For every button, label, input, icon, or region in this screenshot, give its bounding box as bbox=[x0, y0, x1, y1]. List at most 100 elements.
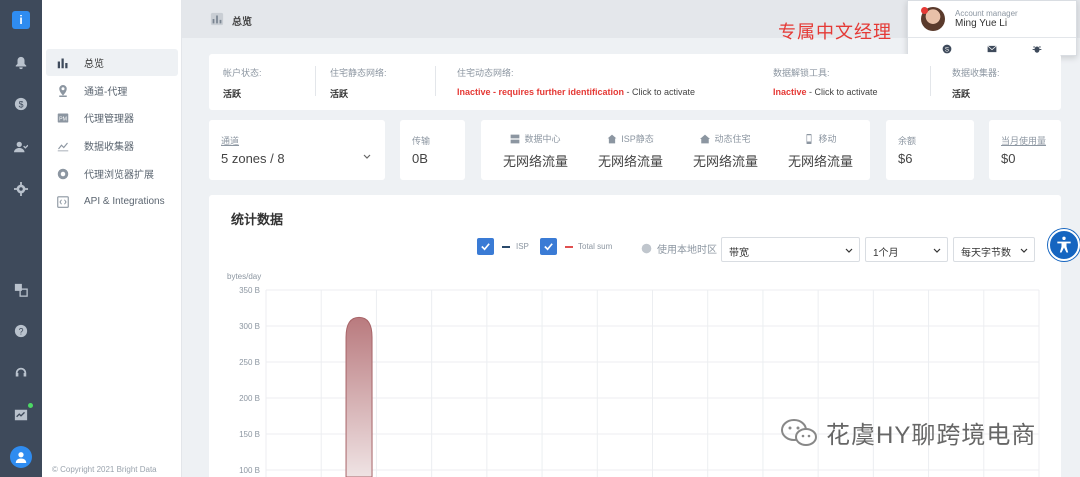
unlocker-label: 数据解锁工具: bbox=[773, 68, 830, 78]
total-sum-checkbox[interactable] bbox=[540, 238, 557, 255]
accessibility-button[interactable] bbox=[1048, 229, 1080, 261]
email-icon[interactable] bbox=[987, 41, 999, 53]
account-status-card: 帐户状态: 活跃 住宅静态网络: 活跃 住宅动态网络: Inactive - r… bbox=[209, 54, 1061, 110]
account-status-value: 活跃 bbox=[223, 89, 242, 99]
metric-select[interactable]: 带宽 bbox=[721, 237, 860, 262]
status-dot bbox=[921, 7, 928, 14]
y-tick-label: 150 B bbox=[239, 430, 260, 439]
dynamic-residential-value[interactable]: Inactive - requires further identificati… bbox=[457, 87, 695, 97]
sidebar-item-browser-extension[interactable]: 代理浏览器扩展 bbox=[46, 160, 178, 187]
activity-indicator-dot bbox=[28, 403, 33, 408]
brand-logo[interactable]: i bbox=[12, 11, 30, 29]
sidebar-item-data-collector[interactable]: 数据收集器 bbox=[46, 132, 178, 159]
sidebar: 总览 通道-代理 PM 代理管理器 数据收集器 代理浏览器扩展 API & In… bbox=[42, 0, 182, 477]
static-residential-label: 住宅静态网络: bbox=[330, 68, 387, 78]
sidebar-item-overview[interactable]: 总览 bbox=[46, 49, 178, 76]
line-chart-icon bbox=[56, 139, 70, 153]
wechat-icon bbox=[781, 418, 817, 446]
sidebar-item-label: 代理浏览器扩展 bbox=[84, 170, 154, 181]
collector-label: 数据收集器: bbox=[952, 68, 1000, 78]
inactive-text: Inactive bbox=[773, 87, 807, 97]
user-avatar-icon[interactable] bbox=[10, 446, 32, 468]
notifications-icon[interactable] bbox=[0, 53, 42, 73]
local-timezone-toggle[interactable]: 使用本地时区 bbox=[641, 241, 717, 256]
traffic-value: 无网络流量 bbox=[692, 154, 758, 169]
zones-card[interactable]: 通道 5 zones / 8 bbox=[209, 120, 385, 180]
sidebar-item-proxy-manager[interactable]: PM 代理管理器 bbox=[46, 104, 178, 131]
static-residential-status: 住宅静态网络: 活跃 bbox=[330, 66, 387, 100]
traffic-label: 移动 bbox=[818, 134, 837, 144]
sidebar-item-label: 总览 bbox=[84, 59, 104, 70]
bar-chart-icon bbox=[56, 56, 70, 70]
month-usage-card[interactable]: 当月使用量 $0 bbox=[989, 120, 1061, 180]
icon-rail: i $ ? bbox=[0, 0, 42, 477]
unlocker-status[interactable]: 数据解锁工具: Inactive - Click to activate bbox=[773, 66, 878, 97]
transfer-card: 传输 0B bbox=[400, 120, 465, 180]
activity-icon[interactable] bbox=[0, 405, 42, 425]
chrome-icon bbox=[56, 167, 70, 181]
month-usage-label[interactable]: 当月使用量 bbox=[1001, 134, 1046, 147]
traffic-datacenter: 数据中心 无网络流量 bbox=[488, 132, 583, 170]
zones-label[interactable]: 通道 bbox=[221, 134, 239, 147]
page-title: 总览 bbox=[232, 17, 252, 28]
sidebar-item-zones[interactable]: 通道-代理 bbox=[46, 77, 178, 104]
traffic-label: 数据中心 bbox=[524, 134, 561, 144]
activate-link[interactable]: - Click to activate bbox=[807, 87, 878, 97]
static-residential-value: 活跃 bbox=[330, 89, 349, 99]
y-tick-label: 250 B bbox=[239, 358, 260, 367]
location-pin-icon bbox=[56, 84, 70, 98]
account-status-label: 帐户状态: bbox=[223, 68, 262, 78]
balance-card: 余额 $6 bbox=[886, 120, 974, 180]
zones-value: 5 zones / 8 bbox=[221, 151, 285, 166]
skype-icon[interactable]: S bbox=[942, 41, 954, 54]
support-headset-icon[interactable] bbox=[0, 363, 42, 383]
chevron-down-icon[interactable] bbox=[363, 148, 371, 159]
dynamic-residential-label: 住宅动态网络: bbox=[457, 68, 514, 78]
account-status: 帐户状态: 活跃 bbox=[223, 66, 262, 100]
divider bbox=[435, 66, 436, 96]
chevron-down-icon bbox=[933, 248, 941, 253]
traffic-mobile: 移动 无网络流量 bbox=[773, 132, 868, 170]
divider bbox=[930, 66, 931, 96]
balance-label: 余额 bbox=[898, 136, 917, 146]
account-manager-card: Account manager Ming Yue Li S bbox=[907, 0, 1077, 56]
traffic-isp: ISP静态 无网络流量 bbox=[583, 132, 678, 170]
traffic-value: 无网络流量 bbox=[787, 154, 853, 169]
bug-icon[interactable] bbox=[1032, 41, 1044, 53]
divider bbox=[315, 66, 316, 96]
period-select[interactable]: 1个月 bbox=[865, 237, 948, 262]
overview-icon bbox=[210, 12, 224, 26]
metric-select-value: 带宽 bbox=[729, 248, 749, 259]
isp-checkbox[interactable] bbox=[477, 238, 494, 255]
sidebar-item-api[interactable]: API & Integrations bbox=[46, 188, 178, 215]
traffic-value: 无网络流量 bbox=[502, 154, 568, 169]
home-icon bbox=[700, 134, 711, 143]
collector-status: 数据收集器: 活跃 bbox=[952, 66, 1000, 100]
total-sum-legend-label: Total sum bbox=[578, 242, 613, 251]
watermark: 花虞HY聊跨境电商 bbox=[780, 415, 1036, 450]
users-icon[interactable] bbox=[0, 137, 42, 157]
unit-select[interactable]: 每天字节数 bbox=[953, 237, 1035, 262]
billing-icon[interactable]: $ bbox=[0, 94, 42, 114]
statistics-title: 统计数据 bbox=[231, 212, 284, 227]
unit-select-value: 每天字节数 bbox=[961, 248, 1011, 259]
account-manager-name: Ming Yue Li bbox=[955, 18, 1008, 29]
inactive-text: Inactive - requires further identificati… bbox=[457, 87, 625, 97]
sidebar-item-label: API & Integrations bbox=[84, 196, 165, 207]
settings-icon[interactable] bbox=[0, 179, 42, 199]
svg-text:S: S bbox=[945, 47, 949, 54]
activate-link[interactable]: - Click to activate bbox=[624, 87, 696, 97]
unlocker-value[interactable]: Inactive - Click to activate bbox=[773, 87, 878, 97]
total-sum-legend-swatch bbox=[565, 246, 573, 248]
help-icon[interactable]: ? bbox=[0, 321, 42, 341]
traffic-residential: 动态住宅 无网络流量 bbox=[678, 132, 773, 170]
area-spike bbox=[345, 316, 373, 477]
traffic-label: 动态住宅 bbox=[714, 134, 751, 144]
translate-icon[interactable] bbox=[0, 280, 42, 300]
transfer-label: 传输 bbox=[412, 136, 431, 146]
collector-value: 活跃 bbox=[952, 89, 971, 99]
chevron-down-icon bbox=[845, 248, 853, 253]
traffic-value: 无网络流量 bbox=[597, 154, 663, 169]
balance-value: $6 bbox=[898, 151, 913, 166]
dynamic-residential-status[interactable]: 住宅动态网络: Inactive - requires further iden… bbox=[457, 66, 695, 97]
